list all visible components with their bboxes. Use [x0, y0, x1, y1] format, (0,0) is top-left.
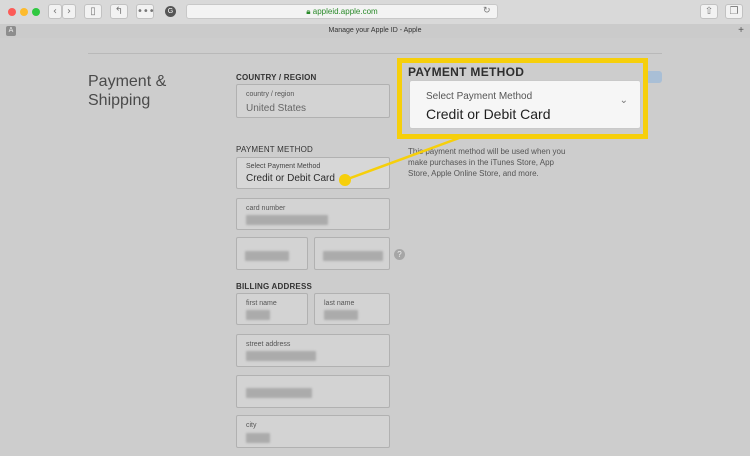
callout-title: PAYMENT METHOD: [408, 65, 525, 79]
continue-button[interactable]: [648, 71, 662, 83]
callout-value: Credit or Debit Card: [426, 106, 551, 122]
callout-placeholder: Select Payment Method: [426, 91, 533, 102]
payment-method-callout: PAYMENT METHOD Select Payment Method Cre…: [397, 58, 648, 139]
chevron-down-icon: ⌄: [619, 95, 628, 106]
callout-payment-select[interactable]: Select Payment Method Credit or Debit Ca…: [409, 80, 641, 129]
